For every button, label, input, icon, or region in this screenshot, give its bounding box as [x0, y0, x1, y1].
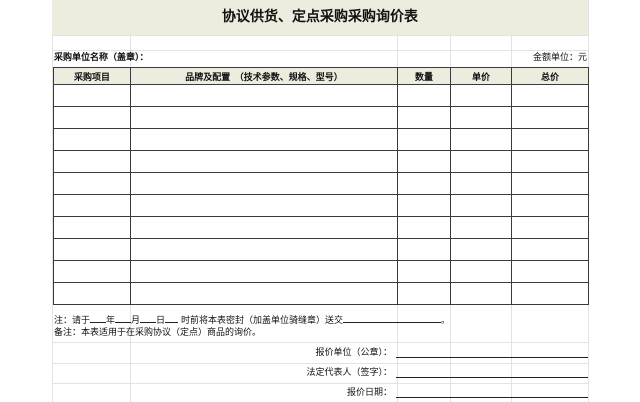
table-cell[interactable]: [397, 216, 451, 239]
table-row: [53, 282, 589, 305]
table-cell[interactable]: [397, 282, 451, 305]
table-cell[interactable]: [53, 150, 131, 173]
table-cell[interactable]: [130, 216, 398, 239]
table-row: [53, 128, 589, 151]
col-header-unit-price: 单价: [450, 67, 512, 85]
table-cell[interactable]: [53, 260, 131, 283]
table-row: [53, 84, 589, 107]
table-row: [53, 260, 589, 283]
table-cell[interactable]: [130, 238, 398, 261]
table-cell[interactable]: [511, 260, 589, 283]
table-header-row: 采购项目 品牌及配置 （技术参数、规格、型号） 数量 单价 总价: [53, 67, 589, 85]
table-cell[interactable]: [450, 150, 512, 173]
table-cell[interactable]: [130, 260, 398, 283]
table-row: [53, 216, 589, 239]
quote-unit-signature-line[interactable]: [396, 357, 588, 358]
table-cell[interactable]: [53, 238, 131, 261]
table-cell[interactable]: [511, 172, 589, 195]
table-row: [53, 194, 589, 217]
table-cell[interactable]: [397, 84, 451, 107]
inquiry-table: 采购项目 品牌及配置 （技术参数、规格、型号） 数量 单价 总价: [53, 67, 589, 305]
col-header-quantity: 数量: [397, 67, 451, 85]
legal-rep-label: 法定代表人（签字）：: [306, 368, 392, 378]
table-cell[interactable]: [397, 150, 451, 173]
table-cell[interactable]: [450, 282, 512, 305]
table-cell[interactable]: [397, 194, 451, 217]
quote-date-label: 报价日期：: [346, 388, 392, 398]
table-cell[interactable]: [397, 238, 451, 261]
table-cell[interactable]: [397, 260, 451, 283]
form-title: 协议供货、定点采购采购询价表: [222, 9, 418, 25]
table-cell[interactable]: [511, 194, 589, 217]
table-cell[interactable]: [53, 194, 131, 217]
table-row: [53, 238, 589, 261]
table-cell[interactable]: [53, 106, 131, 129]
table-cell[interactable]: [511, 216, 589, 239]
table-cell[interactable]: [511, 84, 589, 107]
table-cell[interactable]: [450, 84, 512, 107]
col-header-total-price: 总价: [511, 67, 589, 85]
table-cell[interactable]: [53, 282, 131, 305]
remark-note: 备注：本表适用于在采购协议（定点）商品的询价。: [54, 328, 262, 338]
table-row: [53, 106, 589, 129]
col-header-item: 采购项目: [53, 67, 131, 85]
table-cell[interactable]: [53, 84, 131, 107]
table-cell[interactable]: [130, 106, 398, 129]
quote-date-line[interactable]: [396, 397, 588, 398]
table-cell[interactable]: [397, 106, 451, 129]
table-cell[interactable]: [130, 150, 398, 173]
quote-unit-label: 报价单位（公章）：: [315, 348, 392, 358]
purchaser-name-label: 采购单位名称（盖章）：: [54, 53, 149, 63]
table-cell[interactable]: [450, 172, 512, 195]
col-header-brand-config: 品牌及配置 （技术参数、规格、型号）: [130, 67, 398, 85]
submission-note: 注：请于年月日 时前将本表密封（加盖单位骑缝章）送交。: [54, 313, 450, 327]
table-row: [53, 172, 589, 195]
table-cell[interactable]: [511, 282, 589, 305]
table-cell[interactable]: [130, 282, 398, 305]
table-cell[interactable]: [397, 128, 451, 151]
table-cell[interactable]: [53, 128, 131, 151]
table-cell[interactable]: [450, 238, 512, 261]
table-cell[interactable]: [450, 260, 512, 283]
table-cell[interactable]: [511, 238, 589, 261]
table-cell[interactable]: [450, 128, 512, 151]
currency-unit-note: 金额单位：元: [532, 53, 587, 63]
table-cell[interactable]: [511, 106, 589, 129]
table-row: [53, 150, 589, 173]
table-cell[interactable]: [130, 128, 398, 151]
table-cell[interactable]: [450, 106, 512, 129]
spreadsheet-sheet: 协议供货、定点采购采购询价表 采购单位名称（盖章）： 金额单位：元 采购项目 品…: [0, 0, 640, 402]
legal-rep-signature-line[interactable]: [396, 377, 588, 378]
table-cell[interactable]: [511, 128, 589, 151]
table-cell[interactable]: [450, 194, 512, 217]
table-cell[interactable]: [450, 216, 512, 239]
table-cell[interactable]: [53, 172, 131, 195]
table-cell[interactable]: [130, 172, 398, 195]
table-cell[interactable]: [130, 84, 398, 107]
table-cell[interactable]: [53, 216, 131, 239]
table-cell[interactable]: [397, 172, 451, 195]
table-cell[interactable]: [511, 150, 589, 173]
table-cell[interactable]: [130, 194, 398, 217]
